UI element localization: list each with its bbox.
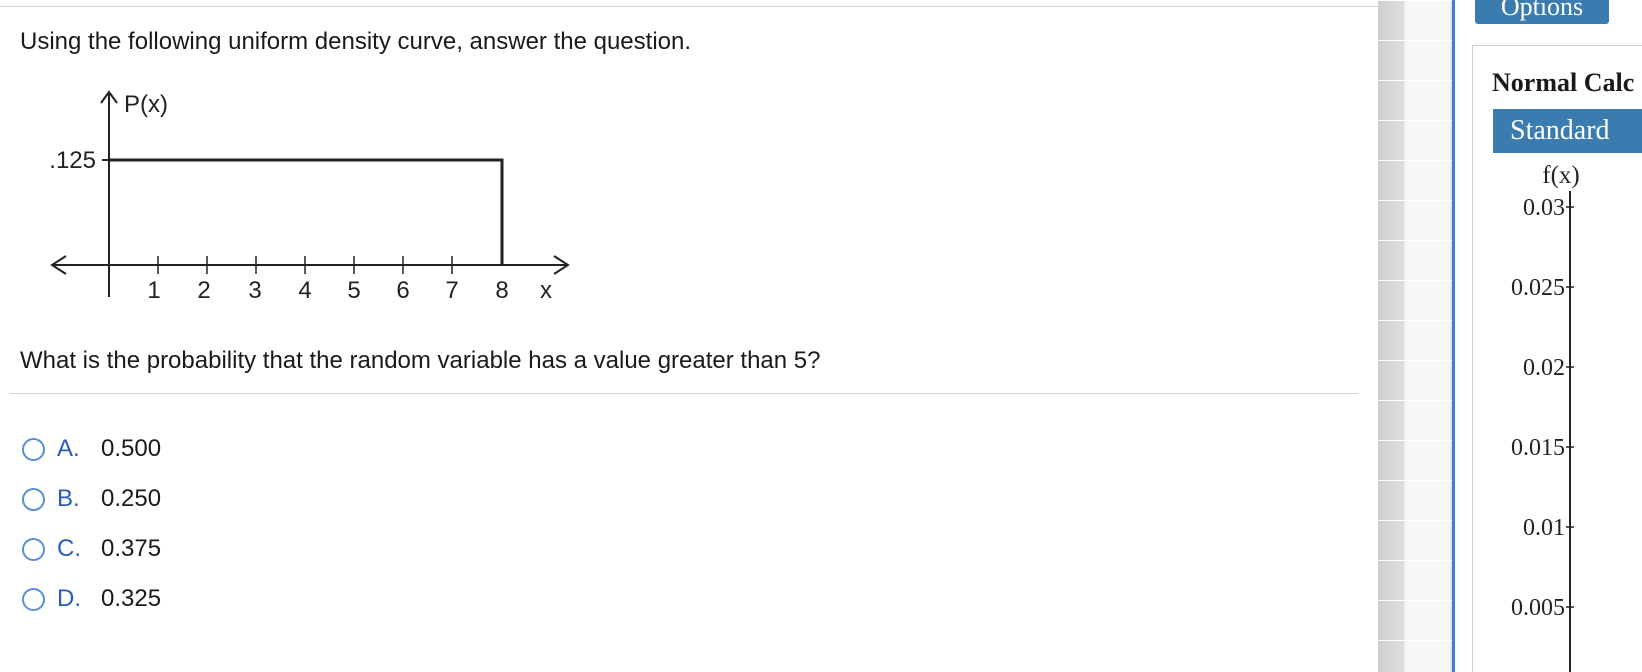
y-axis-label: P(x) xyxy=(124,91,168,118)
radio-button[interactable] xyxy=(22,587,45,611)
choice-value: 0.250 xyxy=(101,485,162,512)
x-tick-label: 8 xyxy=(495,277,508,304)
top-divider xyxy=(0,6,1378,7)
answer-divider xyxy=(9,393,1359,394)
answer-choices: A. 0.500 B. 0.250 C. 0.375 D. 0.325 xyxy=(22,424,161,624)
fx-tick-label: 0.02 xyxy=(1523,355,1565,381)
normal-curve-axis: f(x) 0.03 0.025 0.02 0.015 0.01 0.005 xyxy=(1511,162,1580,672)
pane-splitter[interactable] xyxy=(1378,0,1453,672)
x-tick-label: 5 xyxy=(347,277,360,304)
x-tick-label: 3 xyxy=(248,277,261,304)
choice-a[interactable]: A. 0.500 xyxy=(22,424,161,474)
options-button[interactable]: Options xyxy=(1475,0,1609,24)
fx-tick-label: 0.01 xyxy=(1523,515,1565,541)
choice-c[interactable]: C. 0.375 xyxy=(22,524,161,574)
choice-value: 0.375 xyxy=(101,535,162,562)
choice-letter: C. xyxy=(57,535,81,562)
x-tick-label: 2 xyxy=(197,277,210,304)
choice-b[interactable]: B. 0.250 xyxy=(22,474,161,524)
question-prompt: Using the following uniform density curv… xyxy=(20,28,692,55)
normal-calculator-panel: Normal Calc Standard f(x) 0.03 0.025 0.0… xyxy=(1472,45,1642,672)
fx-tick-label: 0.03 xyxy=(1523,195,1565,221)
fx-tick-label: 0.025 xyxy=(1511,275,1565,301)
choice-value: 0.325 xyxy=(101,585,162,612)
x-ticks: 1 2 3 4 5 6 7 8 x xyxy=(147,256,552,304)
question-pane: Using the following uniform density curv… xyxy=(0,0,1378,672)
fx-tick-label: 0.005 xyxy=(1511,595,1565,621)
x-axis-label: x xyxy=(540,277,552,304)
choice-letter: B. xyxy=(57,485,80,512)
density-curve xyxy=(109,158,504,265)
choice-d[interactable]: D. 0.325 xyxy=(22,574,161,624)
uniform-density-graph: .125 P(x) 1 2 3 4 5 6 7 8 x xyxy=(49,90,570,304)
choice-value: 0.500 xyxy=(101,435,162,462)
x-tick-label: 1 xyxy=(147,277,160,304)
choice-letter: D. xyxy=(57,585,81,612)
question-text: What is the probability that the random … xyxy=(20,347,821,374)
x-tick-label: 4 xyxy=(298,277,311,304)
choice-letter: A. xyxy=(57,435,80,462)
radio-button[interactable] xyxy=(22,437,45,461)
calculator-pane: Options Normal Calc Standard f(x) 0.03 0… xyxy=(1455,0,1642,672)
fx-label: f(x) xyxy=(1542,162,1579,189)
x-tick-label: 6 xyxy=(396,277,409,304)
radio-button[interactable] xyxy=(22,487,45,511)
y-tick-label: .125 xyxy=(49,147,96,174)
radio-button[interactable] xyxy=(22,537,45,561)
fx-tick-label: 0.015 xyxy=(1511,435,1565,461)
x-tick-label: 7 xyxy=(445,277,458,304)
